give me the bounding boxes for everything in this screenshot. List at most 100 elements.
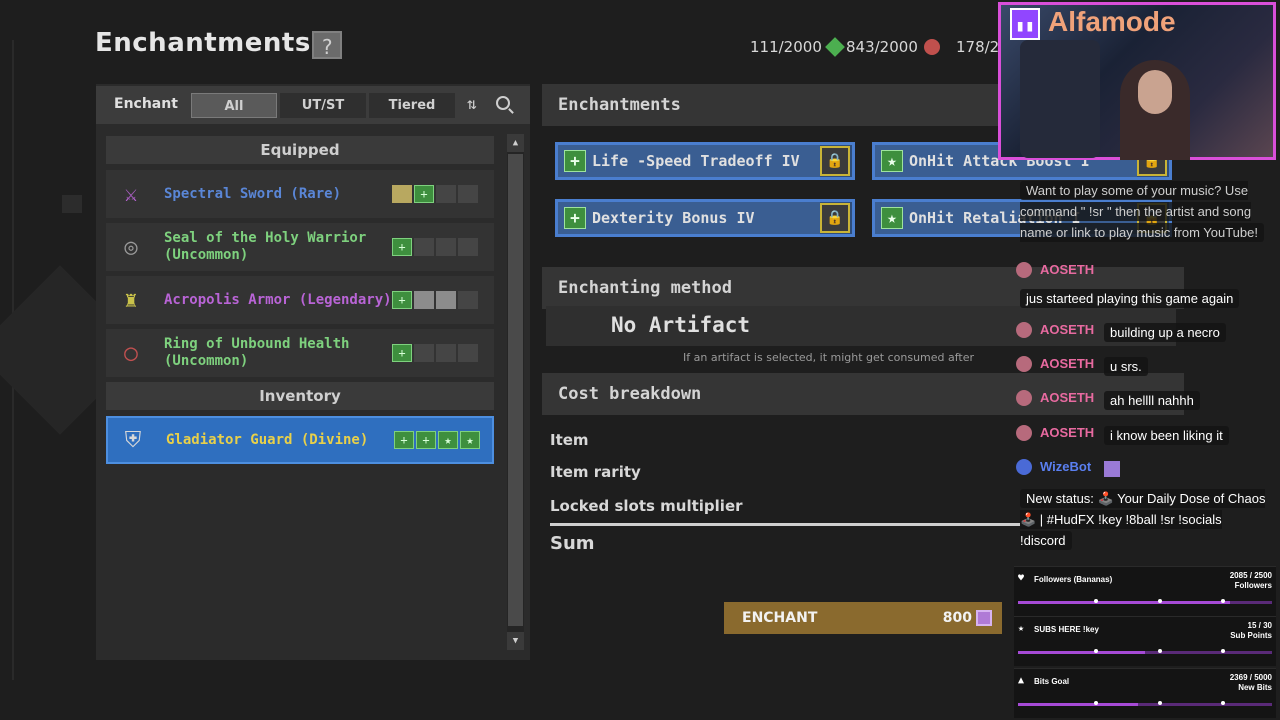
cost-row-label: Item — [550, 431, 589, 449]
twitch-icon: ▮▮ — [1010, 8, 1040, 40]
chat-username: AOSETH — [1040, 262, 1095, 277]
resource-third-value: 178/2 — [956, 38, 1000, 56]
star-icon: ★ — [881, 207, 903, 229]
sum-label: Sum — [550, 533, 595, 554]
chat-message: u srs. — [1104, 356, 1148, 377]
chat-username: AOSETH — [1040, 356, 1095, 371]
red-orb-icon — [923, 39, 940, 55]
cost-row-label: Item rarity — [550, 463, 641, 481]
list-item[interactable]: ◎ Seal of the Holy Warrior (Uncommon) + — [106, 223, 494, 271]
background-square — [62, 195, 82, 213]
star-icon: ★ — [881, 150, 903, 172]
goal-marker — [1157, 599, 1162, 603]
slot-empty — [414, 238, 434, 256]
avatar — [1016, 425, 1032, 441]
slot-filled: + — [414, 185, 434, 203]
chat-username: WizeBot — [1040, 459, 1092, 474]
cost-row-label: Locked slots multiplier — [550, 497, 743, 515]
avatar — [1016, 459, 1032, 475]
goal-followers: ♥ Followers (Bananas) 2085 / 2500 Followe… — [1014, 566, 1276, 616]
equipped-heading: Equipped — [106, 136, 494, 164]
item-name: Ring of Unbound Health (Uncommon) — [164, 336, 350, 369]
resource-green: 111/2000 — [750, 37, 845, 57]
slot-empty — [436, 238, 456, 256]
resource-red-value: 843/2000 — [846, 38, 918, 56]
goal-marker — [1157, 649, 1162, 653]
enchant-slot[interactable]: + Dexterity Bonus IV 🔒 — [555, 199, 855, 237]
slot-empty — [458, 238, 478, 256]
enchant-button[interactable]: ENCHANT 800 — [724, 602, 1002, 634]
goal-bits: ▲ Bits Goal 2369 / 5000 New Bits — [1014, 668, 1276, 718]
item-name: Acropolis Armor (Legendary) — [164, 291, 392, 308]
chat-message: building up a necro — [1104, 322, 1226, 343]
tab-ut-st[interactable]: UT/ST — [280, 93, 366, 118]
list-item[interactable]: ◯ Ring of Unbound Health (Uncommon) + — [106, 329, 494, 377]
slot-filled: + — [392, 238, 412, 256]
artifact-value: No Artifact — [611, 313, 751, 337]
goal-marker — [1221, 701, 1226, 705]
ring-icon: ◯ — [124, 340, 138, 366]
list-item[interactable]: ⚔ Spectral Sword (Rare) + — [106, 170, 494, 218]
slot-filled: + — [392, 344, 412, 362]
shield-icon: ⛨ — [124, 427, 142, 453]
item-name: Seal of the Holy Warrior (Uncommon) — [164, 230, 367, 263]
slot-empty — [458, 344, 478, 362]
tab-tiered[interactable]: Tiered — [369, 93, 455, 118]
sort-icon[interactable]: ⇅ — [467, 94, 477, 113]
enchant-slots: + — [392, 291, 478, 309]
lock-icon[interactable]: 🔒 — [820, 146, 850, 176]
chat-bot-intro: Want to play some of your music? Use com… — [1020, 180, 1276, 243]
armor-icon: ♜ — [124, 287, 138, 313]
search-icon[interactable] — [496, 96, 510, 110]
resource-red: 843/2000 — [846, 38, 940, 56]
webcam-face — [1138, 70, 1172, 114]
inventory-heading: Inventory — [106, 382, 494, 410]
slot-empty — [458, 185, 478, 203]
page-title: Enchantments — [95, 28, 311, 58]
list-item-selected[interactable]: ⛨ Gladiator Guard (Divine) + + ★ ★ — [106, 416, 494, 464]
slot-empty — [414, 344, 434, 362]
chat-message: ah hellll nahhh — [1104, 390, 1200, 411]
goal-progress-fill — [1018, 703, 1139, 706]
avatar — [1016, 322, 1032, 338]
heart-icon: ♥ — [1018, 573, 1025, 584]
goal-marker — [1157, 701, 1162, 705]
slot-filled: ★ — [460, 431, 480, 449]
enchant-slot[interactable]: + Life -Speed Tradeoff IV 🔒 — [555, 142, 855, 180]
slot-filled — [392, 185, 412, 203]
scroll-down-icon[interactable]: ▼ — [507, 632, 524, 650]
slot-filled: + — [392, 291, 412, 309]
enchant-cost-value: 800 — [942, 610, 972, 626]
goal-progress-fill — [1018, 651, 1145, 654]
slot-empty — [436, 344, 456, 362]
chat-username: AOSETH — [1040, 425, 1095, 440]
enchant-cost: 800 — [943, 610, 992, 626]
chat-username: AOSETH — [1040, 390, 1095, 405]
streamer-name: Alfamode — [1048, 6, 1176, 37]
lock-icon[interactable]: 🔒 — [820, 203, 850, 233]
enchant-name: Dexterity Bonus IV — [592, 209, 755, 227]
plus-icon: + — [564, 150, 586, 172]
avatar — [1016, 356, 1032, 372]
enchant-slots: + — [392, 238, 478, 256]
enchant-slots: + — [392, 185, 478, 203]
chat-message: i know been liking it — [1104, 425, 1229, 446]
purple-gem-icon — [976, 610, 992, 626]
chat-username: AOSETH — [1040, 322, 1095, 337]
artifact-hint: If an artifact is selected, it might get… — [683, 351, 975, 364]
list-item[interactable]: ♜ Acropolis Armor (Legendary) + — [106, 276, 494, 324]
item-name: Spectral Sword (Rare) — [164, 185, 342, 202]
slot-filled: ★ — [438, 431, 458, 449]
help-button[interactable]: ? — [312, 31, 342, 59]
chat-message: jus starteed playing this game again — [1020, 288, 1240, 309]
scroll-up-icon[interactable]: ▲ — [507, 134, 524, 152]
resource-third: 178/2 — [956, 38, 999, 56]
slot-filled: + — [416, 431, 436, 449]
seal-icon: ◎ — [124, 234, 138, 260]
slot-empty — [458, 291, 478, 309]
scrollbar-thumb[interactable] — [508, 154, 523, 626]
enchant-slots: + + ★ ★ — [394, 431, 480, 449]
slot-filled: + — [394, 431, 414, 449]
enchant-slots: + — [392, 344, 478, 362]
tab-all[interactable]: All — [191, 93, 277, 118]
